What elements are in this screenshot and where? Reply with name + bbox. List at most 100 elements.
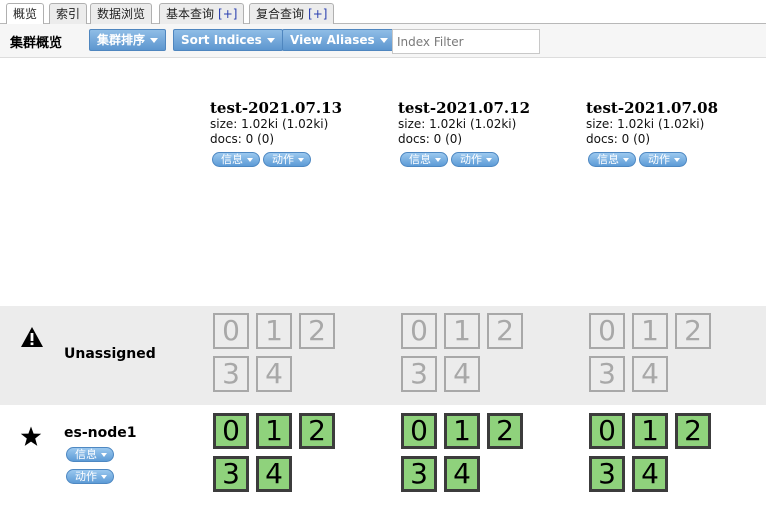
tab-plus: [+] <box>218 7 238 21</box>
pill-label: 信息 <box>75 448 97 461</box>
pill-label: 信息 <box>409 153 431 166</box>
index-info-button[interactable]: 信息 <box>588 152 636 167</box>
caret-down-icon <box>486 158 492 162</box>
index-action-button[interactable]: 动作 <box>263 152 311 167</box>
page-title: 集群概览 <box>10 36 63 51</box>
button-label: Sort Indices <box>181 33 262 47</box>
unassigned-label: Unassigned <box>64 346 156 362</box>
assigned-shard[interactable]: 3 <box>213 456 249 492</box>
assigned-shard[interactable]: 2 <box>675 413 711 449</box>
caret-down-icon <box>150 38 159 43</box>
tab-compound-query[interactable]: 复合查询 [+] <box>249 3 335 24</box>
unassigned-shard[interactable]: 3 <box>589 356 625 392</box>
button-label: View Aliases <box>290 33 375 47</box>
caret-down-icon <box>247 158 253 162</box>
index-action-button[interactable]: 动作 <box>451 152 499 167</box>
assigned-shard[interactable]: 1 <box>444 413 480 449</box>
index-actions: 信息 动作 <box>588 152 766 167</box>
tab-basic-query[interactable]: 基本查询 [+] <box>159 3 245 24</box>
assigned-shard[interactable]: 1 <box>256 413 292 449</box>
tab-bar: 概览 索引 数据浏览 基本查询 [+] 复合查询 [+] <box>0 0 766 25</box>
index-name: test-2021.07.13 <box>210 99 343 117</box>
button-label: 集群排序 <box>97 33 146 47</box>
node-row: es-node1 信息 动作 012340123401234 <box>0 405 766 510</box>
index-name: test-2021.07.12 <box>398 99 531 117</box>
unassigned-shard[interactable]: 2 <box>299 313 335 349</box>
unassigned-shard[interactable]: 1 <box>256 313 292 349</box>
tab-indices[interactable]: 索引 <box>49 3 88 24</box>
assigned-shard[interactable]: 2 <box>487 413 523 449</box>
unassigned-shard[interactable]: 4 <box>256 356 292 392</box>
tab-label: 复合查询 <box>256 7 305 21</box>
pill-label: 信息 <box>221 153 243 166</box>
index-size: size: 1.02ki (1.02ki) <box>398 117 517 131</box>
node-actions: 信息 动作 <box>66 447 117 484</box>
unassigned-shard[interactable]: 1 <box>444 313 480 349</box>
caret-down-icon <box>266 38 275 43</box>
pill-label: 信息 <box>597 153 619 166</box>
tab-browser[interactable]: 数据浏览 <box>90 3 153 24</box>
index-actions: 信息 动作 <box>212 152 402 167</box>
index-size: size: 1.02ki (1.02ki) <box>210 117 329 131</box>
assigned-shard[interactable]: 0 <box>401 413 437 449</box>
sort-indices-button[interactable]: Sort Indices <box>173 29 283 51</box>
star-icon <box>20 426 42 446</box>
index-size: size: 1.02ki (1.02ki) <box>586 117 705 131</box>
pill-label: 动作 <box>272 153 294 166</box>
assigned-shard[interactable]: 4 <box>444 456 480 492</box>
node-name: es-node1 <box>64 425 137 441</box>
tab-plus: [+] <box>308 7 328 21</box>
caret-down-icon <box>101 475 107 479</box>
cluster-toolbar: 集群概览 集群排序 Sort Indices View Aliases <box>0 24 766 58</box>
index-action-button[interactable]: 动作 <box>639 152 687 167</box>
index-docs: docs: 0 (0) <box>586 132 651 146</box>
unassigned-shard[interactable]: 2 <box>675 313 711 349</box>
assigned-shard[interactable]: 2 <box>299 413 335 449</box>
unassigned-row: Unassigned 012340123401234 <box>0 306 766 405</box>
assigned-shard[interactable]: 3 <box>589 456 625 492</box>
caret-down-icon <box>674 158 680 162</box>
unassigned-shard[interactable]: 4 <box>632 356 668 392</box>
index-docs: docs: 0 (0) <box>210 132 275 146</box>
unassigned-shard[interactable]: 4 <box>444 356 480 392</box>
tab-label: 索引 <box>56 7 81 21</box>
warning-icon <box>21 327 43 347</box>
index-name: test-2021.07.08 <box>586 99 719 117</box>
pill-label: 动作 <box>648 153 670 166</box>
tab-label: 数据浏览 <box>97 7 146 21</box>
index-header: test-2021.07.08 size: 1.02ki (1.02ki) do… <box>586 99 761 167</box>
caret-down-icon <box>298 158 304 162</box>
caret-down-icon <box>435 158 441 162</box>
unassigned-shard[interactable]: 3 <box>213 356 249 392</box>
view-aliases-button[interactable]: View Aliases <box>282 29 396 51</box>
pill-label: 动作 <box>460 153 482 166</box>
index-actions: 信息 动作 <box>400 152 590 167</box>
caret-down-icon <box>623 158 629 162</box>
index-header: test-2021.07.13 size: 1.02ki (1.02ki) do… <box>210 99 385 167</box>
unassigned-shard[interactable]: 2 <box>487 313 523 349</box>
unassigned-shard[interactable]: 0 <box>589 313 625 349</box>
index-header: test-2021.07.12 size: 1.02ki (1.02ki) do… <box>398 99 573 167</box>
unassigned-shard[interactable]: 0 <box>213 313 249 349</box>
unassigned-shard[interactable]: 1 <box>632 313 668 349</box>
index-filter-input[interactable] <box>392 29 540 54</box>
unassigned-shard[interactable]: 0 <box>401 313 437 349</box>
assigned-shard[interactable]: 4 <box>632 456 668 492</box>
unassigned-shard[interactable]: 3 <box>401 356 437 392</box>
index-info-button[interactable]: 信息 <box>212 152 260 167</box>
index-info-button[interactable]: 信息 <box>400 152 448 167</box>
tab-label: 概览 <box>13 7 38 21</box>
sort-cluster-button[interactable]: 集群排序 <box>89 29 167 51</box>
assigned-shard[interactable]: 3 <box>401 456 437 492</box>
assigned-shard[interactable]: 0 <box>589 413 625 449</box>
assigned-shard[interactable]: 4 <box>256 456 292 492</box>
node-info-button[interactable]: 信息 <box>66 447 114 462</box>
tab-overview[interactable]: 概览 <box>6 3 45 25</box>
caret-down-icon <box>379 38 388 43</box>
assigned-shard[interactable]: 1 <box>632 413 668 449</box>
node-action-button[interactable]: 动作 <box>66 469 114 484</box>
pill-label: 动作 <box>75 470 97 483</box>
tab-label: 基本查询 <box>166 7 215 21</box>
caret-down-icon <box>101 453 107 457</box>
assigned-shard[interactable]: 0 <box>213 413 249 449</box>
